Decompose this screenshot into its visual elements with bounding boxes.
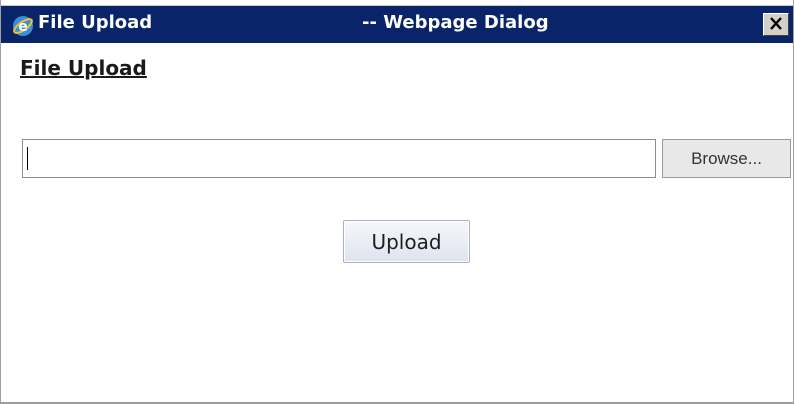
dialog-window: e File Upload -- Webpage Dialog File Upl… bbox=[0, 0, 794, 404]
file-path-input[interactable] bbox=[22, 139, 656, 178]
upload-button[interactable]: Upload bbox=[343, 220, 470, 263]
close-icon bbox=[769, 14, 783, 35]
svg-text:e: e bbox=[18, 19, 28, 35]
text-caret bbox=[27, 147, 28, 170]
window-title-suffix: -- Webpage Dialog bbox=[362, 12, 549, 33]
close-button[interactable] bbox=[763, 13, 789, 36]
page-heading: File Upload bbox=[20, 56, 147, 80]
window-title: File Upload bbox=[38, 12, 153, 33]
browse-button[interactable]: Browse... bbox=[662, 139, 791, 178]
title-bar[interactable]: e File Upload -- Webpage Dialog bbox=[1, 6, 793, 43]
internet-explorer-icon: e bbox=[12, 15, 34, 37]
